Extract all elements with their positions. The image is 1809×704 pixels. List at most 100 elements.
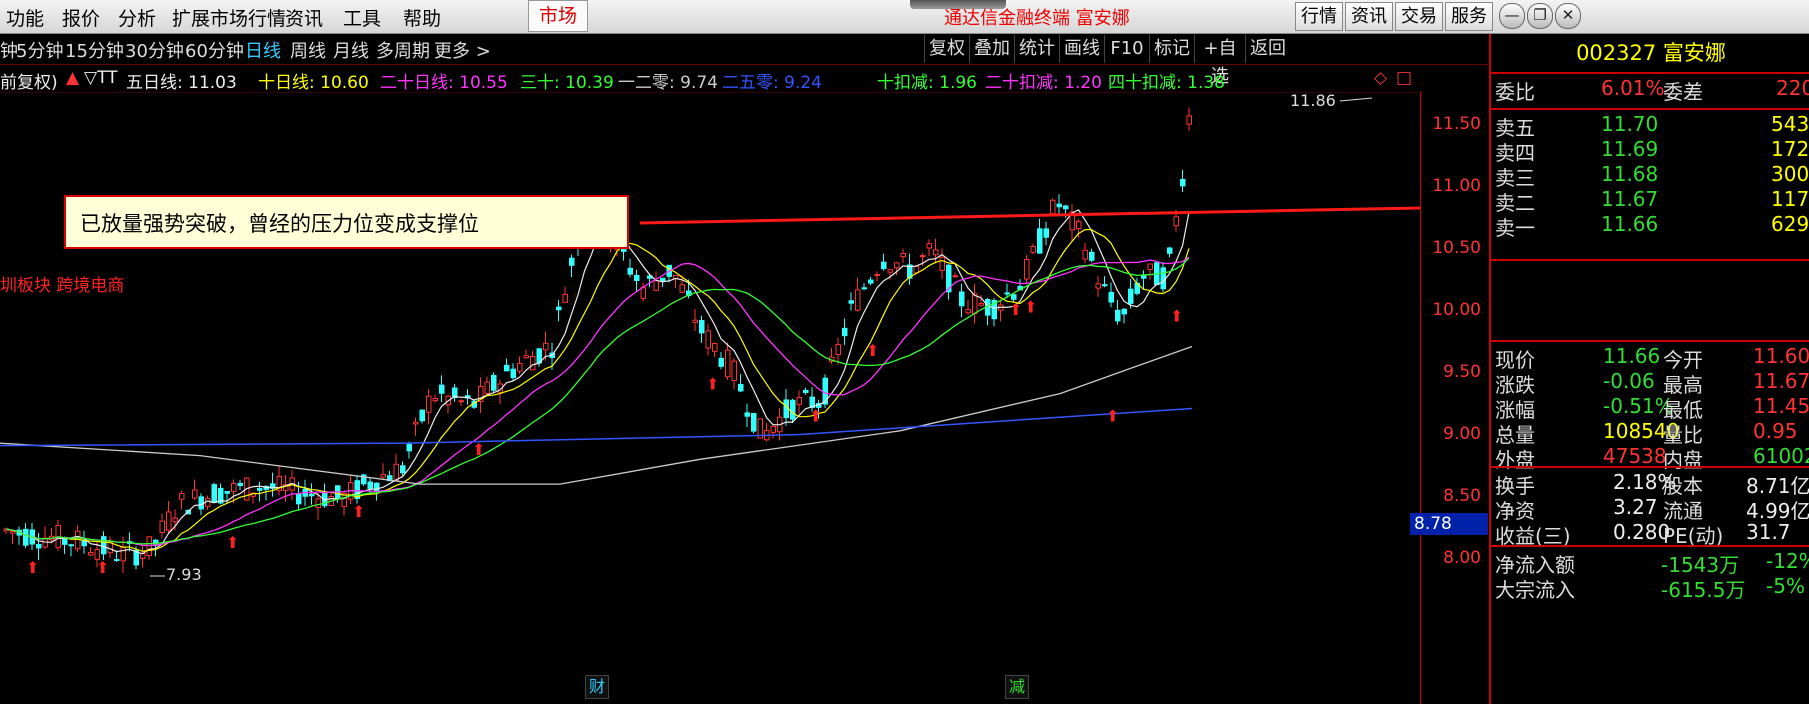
ma250-label: 二五零: 9.24 xyxy=(722,73,822,93)
candle-body xyxy=(315,498,321,509)
menu-news[interactable]: 资讯 xyxy=(285,4,323,31)
candle-body xyxy=(1089,251,1095,261)
menu-analysis[interactable]: 分析 xyxy=(118,4,156,31)
stat-row: 外盘 47538内盘 61002 xyxy=(1491,444,1809,473)
weibi-row: 委比 6.01% 委差 220 xyxy=(1491,76,1809,105)
overlay-button[interactable]: 叠加 xyxy=(969,35,1014,63)
ma5-label: 五日线: 11.03 xyxy=(126,73,237,93)
candle-body xyxy=(751,412,757,432)
price-tick: 11.00 xyxy=(1432,176,1481,196)
candle-body xyxy=(738,383,744,392)
sell-level-row: 卖一 11.66 629 xyxy=(1491,212,1809,241)
candle-body xyxy=(692,319,698,324)
divider xyxy=(1491,545,1809,547)
candle-body xyxy=(309,493,315,497)
candle-body xyxy=(517,363,523,372)
quote-panel: 002327 富安娜 委比 6.01% 委差 220 卖五 11.70 543 卖四 1… xyxy=(1489,34,1809,704)
divider xyxy=(1491,108,1809,110)
period-60min[interactable]: 60分钟 xyxy=(185,37,244,63)
buy-signal-arrow-icon: ⬆ xyxy=(866,341,879,360)
menu-tools[interactable]: 工具 xyxy=(343,4,381,31)
candle-body xyxy=(881,261,887,270)
buy-signal-arrow-icon: ⬆ xyxy=(96,558,109,577)
period-daily[interactable]: 日线 xyxy=(245,37,281,63)
news-button[interactable]: 资讯 xyxy=(1345,2,1393,31)
flow-row: 大宗流入 -615.5万 -5% xyxy=(1491,574,1809,603)
period-30min[interactable]: 30分钟 xyxy=(125,37,184,63)
period-monthly[interactable]: 月线 xyxy=(333,37,369,63)
stat-value: 11.60 xyxy=(1753,344,1809,368)
candle-body xyxy=(868,279,874,284)
resistance-line xyxy=(639,206,1420,225)
trade-button[interactable]: 交易 xyxy=(1395,2,1443,31)
back-button[interactable]: 返回 xyxy=(1245,35,1290,63)
period-5min[interactable]: 5分钟 xyxy=(16,37,63,63)
candle-body xyxy=(887,269,893,273)
add-watchlist-button[interactable]: +自选 xyxy=(1194,35,1245,87)
sell-volume: 629 xyxy=(1771,212,1809,236)
service-button[interactable]: 服务 xyxy=(1445,2,1493,31)
candle-body xyxy=(224,491,230,494)
candle-body xyxy=(562,293,568,303)
menu-extended-market[interactable]: 扩展市场行情 xyxy=(172,4,286,31)
candle-body xyxy=(114,559,120,562)
reduction-marker[interactable]: 减 xyxy=(1005,675,1029,699)
candle-body xyxy=(913,265,919,274)
candle-body xyxy=(484,381,490,394)
candle-body xyxy=(543,342,549,351)
divider xyxy=(1491,340,1809,342)
sector-label[interactable]: 圳板块 跨境电商 xyxy=(0,271,124,296)
candle-body xyxy=(842,327,848,337)
menu-help[interactable]: 帮助 xyxy=(403,4,441,31)
weicha-value: 220 xyxy=(1776,76,1809,100)
draw-button[interactable]: 画线 xyxy=(1059,35,1104,63)
weibi-value: 6.01% xyxy=(1601,76,1665,100)
period-weekly[interactable]: 周线 xyxy=(290,37,326,63)
price-axis: 11.50 11.00 10.50 10.00 9.50 9.00 8.50 8… xyxy=(1420,92,1489,704)
candle-body xyxy=(120,546,126,562)
period-more[interactable]: 更多 > xyxy=(434,37,491,63)
candle-body xyxy=(1173,216,1179,227)
price-tick: 10.50 xyxy=(1432,238,1481,258)
candle-body xyxy=(920,255,926,258)
stat-value: 47538 xyxy=(1603,444,1667,468)
candle-body xyxy=(237,482,243,487)
candlestick-chart[interactable]: ⬆ ⬆⬆⬆⬆⬆⬆⬆⬆ ⬆⬆⬆ 11.86 7.93 xyxy=(0,92,1420,704)
restore-icon[interactable]: ❐ xyxy=(1527,3,1553,29)
price-tick: 9.00 xyxy=(1443,424,1481,444)
mark-button[interactable]: 标记 xyxy=(1149,35,1194,63)
candle-body xyxy=(68,544,74,547)
diamond-icon[interactable]: ◇ xyxy=(1374,68,1387,88)
candle-body xyxy=(1095,283,1101,289)
candle-body xyxy=(1063,205,1069,210)
candle-body xyxy=(569,257,575,266)
f10-button[interactable]: F10 xyxy=(1104,35,1149,63)
deduct10-label: 十扣减: 1.96 xyxy=(877,73,977,93)
square-icon[interactable]: □ xyxy=(1396,68,1412,88)
stat-value: 11.45 xyxy=(1753,394,1809,418)
candle-body xyxy=(1037,228,1043,254)
candle-body xyxy=(1167,247,1173,254)
market-button[interactable]: 市场 xyxy=(528,0,588,32)
sell-level-label: 卖一 xyxy=(1495,216,1535,240)
candle-body xyxy=(146,536,152,557)
price-cursor-label: 8.78 xyxy=(1410,513,1488,535)
buy-signal-arrow-icon: ⬆ xyxy=(472,440,485,459)
minimize-icon[interactable]: — xyxy=(1499,3,1525,29)
period-15min[interactable]: 15分钟 xyxy=(65,37,124,63)
adjust-button[interactable]: 复权 xyxy=(924,35,969,63)
close-icon[interactable]: ✕ xyxy=(1555,3,1581,29)
stats-button[interactable]: 统计 xyxy=(1014,35,1059,63)
buy-signal-arrow-icon: ⬆ xyxy=(1170,306,1183,325)
stat-label: 内盘 xyxy=(1663,448,1703,472)
financial-report-marker[interactable]: 财 xyxy=(585,675,609,699)
sell-volume: 172 xyxy=(1771,137,1809,161)
ma20-label: 二十日线: 10.55 xyxy=(380,73,508,93)
menu-quotes[interactable]: 报价 xyxy=(62,4,100,31)
quotes-button[interactable]: 行情 xyxy=(1295,2,1343,31)
period-multi[interactable]: 多周期 xyxy=(376,37,430,63)
candle-body xyxy=(803,389,809,393)
price-tick: 9.50 xyxy=(1443,362,1481,382)
menu-function[interactable]: 功能 xyxy=(6,4,44,31)
candle-body xyxy=(10,530,16,534)
